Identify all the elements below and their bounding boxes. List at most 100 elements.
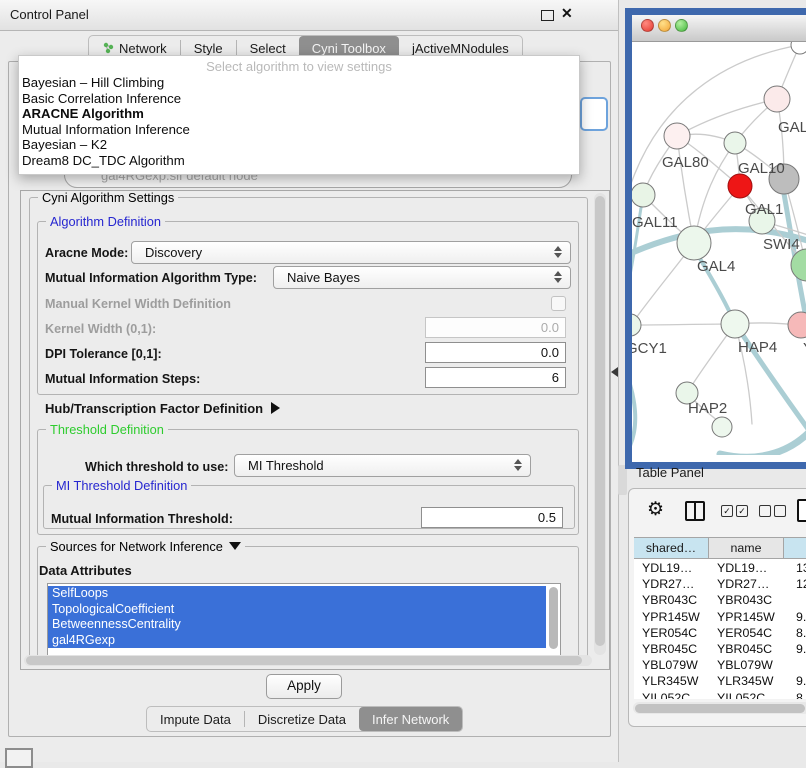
deselect-checkbox-icon[interactable] (759, 505, 771, 517)
mi-type-combo[interactable]: Naive Bayes (273, 266, 571, 289)
zoom-traffic-light-icon[interactable] (675, 19, 688, 32)
hub-section-toggle[interactable]: Hub/Transcription Factor Definition (45, 401, 280, 416)
aracne-mode-label: Aracne Mode: (45, 246, 128, 260)
network-node[interactable] (677, 226, 711, 260)
tab-label: Discretize Data (258, 712, 346, 727)
algorithm-option[interactable]: Bayesian – Hill Climbing (19, 75, 579, 91)
tab-infer-network[interactable]: Infer Network (359, 707, 462, 731)
select-all-checkbox-icon[interactable]: ✓ (721, 505, 733, 517)
table-row[interactable]: YIL052CYIL052C8. (634, 690, 806, 699)
table-cell: YIL052C (717, 690, 765, 699)
dpi-tolerance-field[interactable] (425, 342, 566, 363)
table-cell: YBR043C (642, 592, 697, 608)
column-header[interactable]: name (709, 537, 784, 559)
network-edge (677, 99, 777, 136)
select-all-checkbox-icon[interactable]: ✓ (736, 505, 748, 517)
table-row[interactable]: YBL079WYBL079W (634, 657, 806, 673)
table-row[interactable]: YBR045CYBR045C9. (634, 641, 806, 657)
network-node[interactable] (632, 183, 655, 207)
manual-kernel-checkbox[interactable] (551, 296, 566, 311)
table-cell: YER054C (642, 625, 697, 641)
node-label: SWI4 (763, 236, 800, 253)
network-node[interactable] (664, 123, 690, 149)
algorithm-option[interactable]: Bayesian – K2 (19, 137, 579, 153)
network-node[interactable] (728, 174, 752, 198)
network-edge (632, 367, 635, 450)
node-label: GAL7 (778, 119, 806, 136)
table-row[interactable]: YER054C YER054C 8. (634, 625, 806, 641)
deselect-checkbox-icon[interactable] (774, 505, 786, 517)
data-attributes-list[interactable]: SelfLoopsTopologicalCoefficientBetweenne… (47, 583, 561, 656)
table-row[interactable]: YDR27…YDR27…12 (634, 576, 806, 592)
tab-impute-data[interactable]: Impute Data (147, 707, 244, 731)
tab-discretize-data[interactable]: Discretize Data (245, 707, 359, 731)
document-icon[interactable] (797, 499, 806, 522)
which-threshold-combo[interactable]: MI Threshold (234, 454, 531, 477)
collapsed-panel-icon[interactable] (5, 748, 33, 768)
table-cell: YPR145W (717, 609, 775, 625)
algorithm-dropdown-popup: Select algorithm to view settings Bayesi… (18, 55, 580, 175)
columns-icon[interactable] (685, 501, 705, 521)
network-window-titlebar[interactable] (632, 15, 806, 42)
network-node[interactable] (764, 86, 790, 112)
sources-title: Sources for Network Inference (50, 539, 223, 554)
algorithm-option[interactable]: Mutual Information Inference (19, 122, 579, 138)
column-header[interactable] (784, 537, 806, 559)
table-cell: YBR045C (717, 641, 772, 657)
algorithm-option[interactable]: Dream8 DC_TDC Algorithm (19, 153, 579, 169)
group-title: Algorithm Definition (46, 214, 165, 229)
node-label: HAP2 (688, 400, 727, 417)
network-node[interactable] (788, 312, 806, 338)
stepper-icon (554, 271, 562, 283)
network-node[interactable] (724, 132, 746, 154)
table-horizontal-scrollbar[interactable] (633, 702, 806, 714)
splitter-grip[interactable] (618, 465, 627, 495)
attribute-list-item[interactable]: gal4RGexp (48, 633, 546, 649)
attribute-list-item[interactable]: BetweennessCentrality (48, 617, 546, 633)
collapse-down-icon (229, 542, 241, 550)
aracne-mode-combo[interactable]: Discovery (131, 241, 571, 264)
stepper-icon (554, 246, 562, 258)
combo-value: MI Threshold (248, 458, 324, 473)
network-node[interactable] (712, 417, 732, 437)
mi-steps-field[interactable] (425, 367, 566, 388)
network-canvas[interactable]: GAL7GAL80GAL10GAL1GAL11SWI4GAL4GCY1HAP4Y… (632, 42, 806, 455)
node-label: GAL1 (745, 201, 783, 218)
control-panel-window: Control Panel ✕ Network Style Select Cyn… (0, 0, 619, 762)
algorithm-option[interactable]: ARACNE Algorithm (19, 106, 579, 122)
table-panel: ⚙ ✓ ✓ shared…name YDL19…YDL19…13YDR27…YD… (628, 488, 806, 727)
attribute-list-item[interactable]: SelfLoops (48, 586, 546, 602)
splitter-collapse-icon[interactable] (611, 367, 618, 377)
table-cell: 8. (796, 625, 806, 641)
algorithm-option[interactable]: Basic Correlation Inference (19, 91, 579, 107)
attribute-list-item[interactable]: TopologicalCoefficient (48, 602, 546, 618)
settings-horizontal-scrollbar[interactable] (24, 655, 592, 666)
node-label: GAL4 (697, 258, 735, 275)
table-row[interactable]: YLR345WYLR345W9. (634, 673, 806, 689)
table-cell: YBL079W (642, 657, 698, 673)
network-node[interactable] (791, 42, 806, 54)
table-row[interactable]: YPR145WYPR145W9. (634, 609, 806, 625)
table-row[interactable]: YBR043C YBR043C (634, 592, 806, 608)
table-cell: YER054C (717, 625, 772, 641)
table-row[interactable]: YDL19…YDL19…13 (634, 560, 806, 576)
network-node[interactable] (721, 310, 749, 338)
sources-toggle[interactable]: Sources for Network Inference (46, 539, 245, 554)
column-header[interactable]: shared… (634, 537, 709, 559)
network-tab-icon (102, 42, 114, 54)
close-icon[interactable]: ✕ (561, 5, 573, 22)
gear-icon[interactable]: ⚙ (647, 498, 664, 521)
table-cell: YDL19… (642, 560, 692, 576)
manual-kernel-label: Manual Kernel Width Definition (45, 297, 231, 311)
panel-title: Control Panel (10, 7, 89, 22)
kernel-width-field[interactable] (425, 317, 566, 338)
mi-threshold-field[interactable] (421, 507, 563, 528)
settings-vertical-scrollbar[interactable] (594, 193, 606, 655)
close-traffic-light-icon[interactable] (641, 19, 654, 32)
network-node[interactable] (632, 314, 641, 336)
apply-button[interactable]: Apply (266, 674, 342, 699)
table-cell: YBR043C (717, 592, 772, 608)
list-scrollbar[interactable] (549, 587, 558, 649)
float-panel-icon[interactable] (541, 10, 554, 21)
minimize-traffic-light-icon[interactable] (658, 19, 671, 32)
